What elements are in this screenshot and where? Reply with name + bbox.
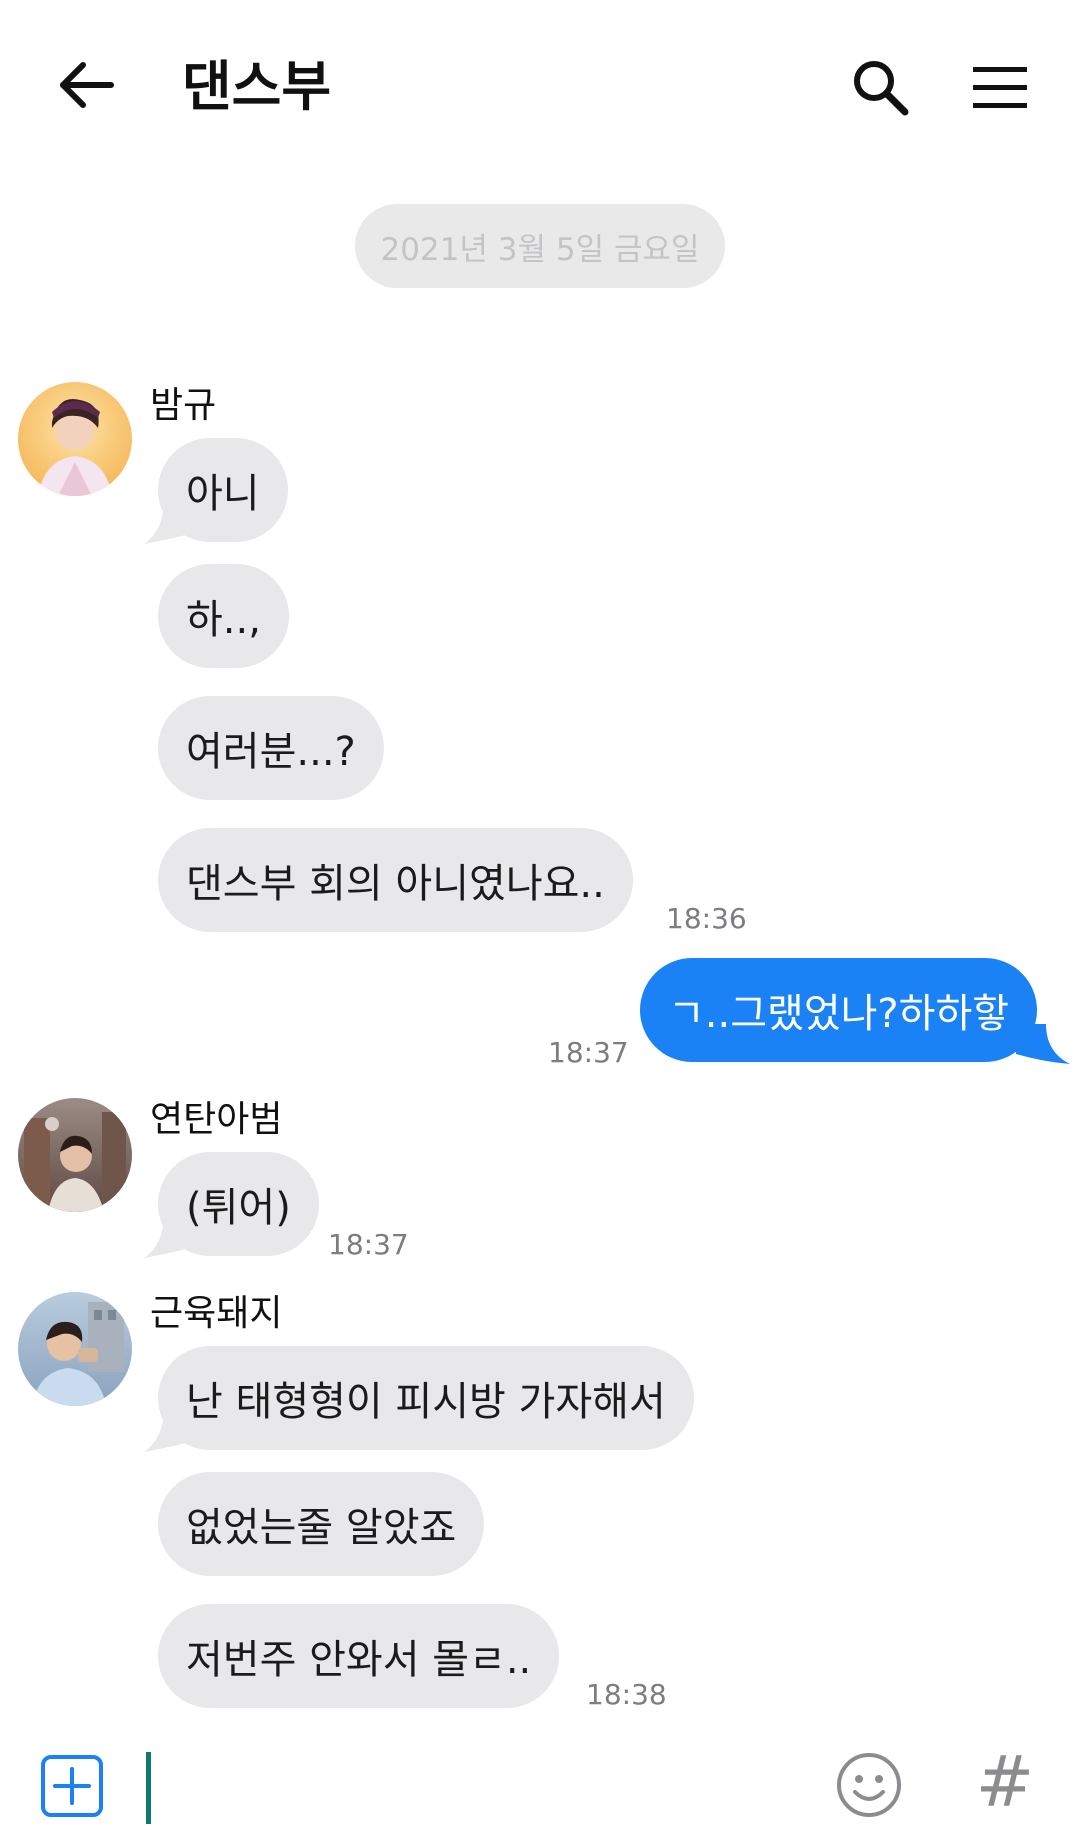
attach-button[interactable] [40, 1754, 104, 1818]
date-divider: 2021년 3월 5일 금요일 [355, 204, 725, 288]
message-text: ㄱ..그랬었나?하하핳 [668, 991, 1010, 1037]
message-bubble[interactable]: 여러분...? [158, 696, 384, 800]
plus-square-icon [41, 1755, 103, 1817]
avatar-bamgyu[interactable] [18, 382, 132, 496]
arrow-left-icon [60, 62, 114, 108]
message-bubble[interactable]: (튀어) [158, 1152, 319, 1256]
message-bubble[interactable]: 하.., [158, 564, 289, 668]
message-bubble[interactable]: 없었는줄 알았죠 [158, 1472, 485, 1576]
menu-button[interactable] [965, 52, 1035, 122]
avatar-yeontan-abeom-image [18, 1098, 132, 1212]
avatar-geunyuk-dwaeji[interactable] [18, 1292, 132, 1406]
message-bubble[interactable]: 댄스부 회의 아니였나요.. [158, 828, 633, 932]
smiley-icon [837, 1753, 901, 1817]
message-text: 저번주 안와서 몰ㄹ.. [186, 1637, 532, 1683]
text-caret [146, 1752, 151, 1824]
message-input-bar: # [0, 1730, 1080, 1848]
message-time: 18:37 [548, 1036, 629, 1069]
avatar-geunyuk-dwaeji-image [18, 1292, 132, 1406]
message-text: 여러분...? [186, 729, 356, 775]
message-time: 18:37 [328, 1228, 409, 1261]
message-time: 18:36 [666, 902, 747, 935]
message-bubble[interactable]: 저번주 안와서 몰ㄹ.. [158, 1604, 560, 1708]
message-time: 18:38 [586, 1678, 667, 1711]
message-text: 없었는줄 알았죠 [186, 1505, 457, 1551]
avatar-bamgyu-image [18, 382, 132, 496]
sender-name: 연탄아범 [150, 1099, 283, 1140]
message-text: 아니 [186, 471, 260, 517]
sender-name: 근육돼지 [150, 1293, 283, 1334]
message-text: 댄스부 회의 아니였나요.. [186, 861, 605, 907]
my-message-bubble[interactable]: ㄱ..그랬었나?하하핳 [640, 958, 1038, 1062]
message-text: 난 태형형이 피시방 가자해서 [186, 1379, 666, 1425]
hashtag-button[interactable]: # [975, 1742, 1035, 1822]
search-button[interactable] [845, 52, 915, 122]
message-bubble[interactable]: 난 태형형이 피시방 가자해서 [158, 1346, 694, 1450]
message-bubble[interactable]: 아니 [158, 438, 288, 542]
chat-title: 댄스부 [182, 55, 332, 118]
chat-header: 댄스부 [0, 0, 1080, 170]
message-text: 하.., [186, 597, 261, 643]
message-text: (튀어) [186, 1185, 291, 1231]
message-input[interactable] [140, 1744, 790, 1828]
avatar-yeontan-abeom[interactable] [18, 1098, 132, 1212]
sender-name: 밤규 [150, 385, 217, 426]
back-button[interactable] [52, 50, 122, 120]
search-icon [854, 61, 909, 116]
hamburger-menu-icon [973, 67, 1027, 108]
emoji-button[interactable] [834, 1750, 904, 1820]
